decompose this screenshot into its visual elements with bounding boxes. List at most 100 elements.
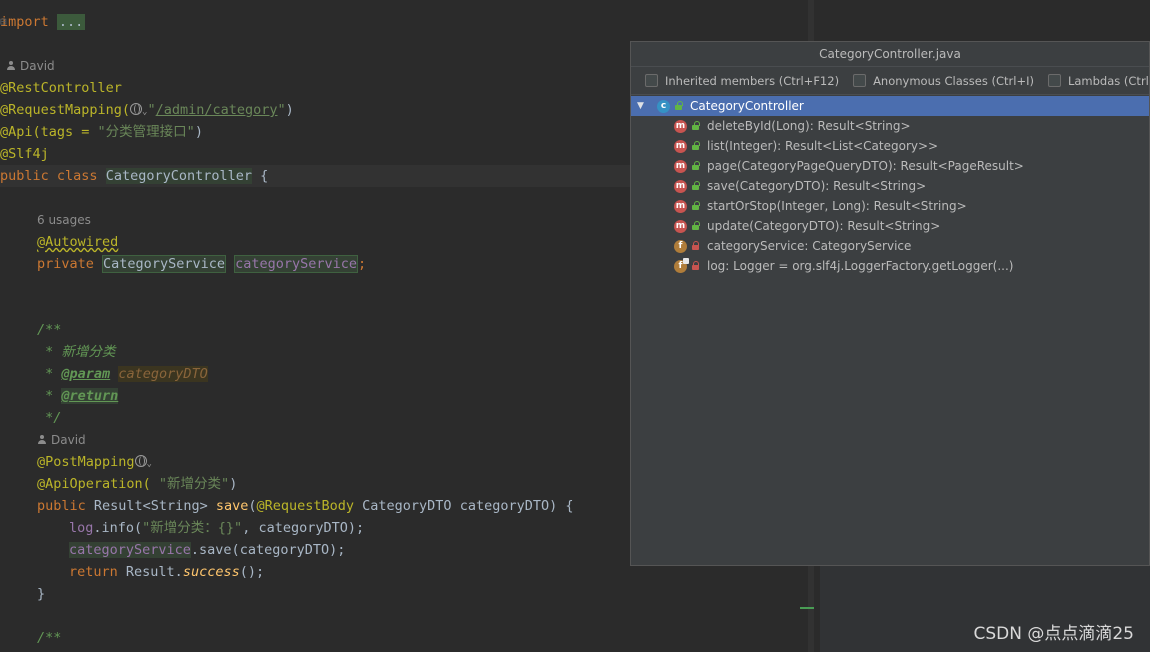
author-name: David — [20, 59, 55, 73]
code-line-field[interactable]: private CategoryService categoryService; — [37, 253, 366, 275]
code-line-import[interactable]: ⊟ import ... — [0, 11, 86, 33]
call: .info( — [93, 520, 143, 536]
field-name[interactable]: categoryService — [69, 542, 191, 558]
tree-item-label: log: Logger = org.slf4j.LoggerFactory.ge… — [707, 259, 1014, 273]
globe-icon[interactable] — [130, 103, 143, 115]
doc-tag: @return — [61, 388, 119, 404]
filter-label: Anonymous Classes (Ctrl+I) — [873, 73, 1034, 88]
code-line-rest-controller[interactable]: @RestController — [0, 77, 122, 99]
annotation: @Api(tags = — [0, 124, 98, 140]
method-name[interactable]: save — [216, 498, 249, 514]
change-marker — [800, 607, 814, 609]
filter-anonymous[interactable]: Anonymous Classes (Ctrl+I) — [853, 74, 1034, 88]
public-visibility-icon — [691, 181, 701, 191]
tree-item-log[interactable]: f log: Logger = org.slf4j.LoggerFactory.g… — [631, 256, 1149, 276]
author-hint[interactable]: David — [6, 55, 55, 77]
code-line-doc-open[interactable]: /** — [37, 319, 61, 341]
tree-item-label: categoryService: CategoryService — [707, 239, 912, 253]
string-literal: "新增分类" — [158, 476, 230, 492]
type-name[interactable]: CategoryService — [102, 255, 226, 273]
tree-item-startOrStop[interactable]: m startOrStop(Integer, Long): Result<Stri… — [631, 196, 1149, 216]
code-line-api[interactable]: @Api(tags = "分类管理接口") — [0, 121, 203, 143]
checkbox[interactable] — [1047, 74, 1061, 87]
call-args: , categoryDTO); — [242, 520, 365, 536]
code-line-method-signature[interactable]: public Result<String> save(@RequestBody … — [37, 495, 573, 517]
expr-end: (); — [239, 564, 265, 580]
code-line-close-brace[interactable]: } — [37, 583, 45, 605]
annotation: @RestController — [0, 80, 122, 96]
field-name[interactable]: log — [69, 520, 93, 536]
globe-icon[interactable] — [134, 455, 147, 467]
public-visibility-icon — [691, 141, 701, 151]
structure-tree[interactable]: ▼ c CategoryController m deleteById(Long)… — [631, 95, 1149, 276]
keyword: public class — [0, 168, 98, 184]
method-icon: m — [674, 139, 687, 153]
annotation: @Slf4j — [0, 146, 49, 162]
filter-lambdas[interactable]: Lambdas (Ctrl+L) — [1047, 73, 1150, 88]
method-icon: m — [674, 159, 687, 173]
code-line-doc-param[interactable]: * @param categoryDTO — [37, 363, 208, 385]
class-name[interactable]: CategoryController — [105, 168, 252, 184]
tree-root-class[interactable]: ▼ c CategoryController — [631, 96, 1149, 116]
code-line-request-mapping[interactable]: @RequestMapping(⌄"/admin/category") — [0, 99, 294, 121]
tree-item-label: save(CategoryDTO): Result<String> — [707, 179, 927, 193]
method-icon: m — [674, 219, 687, 233]
tree-item-label: deleteById(Long): Result<String> — [707, 119, 911, 133]
code-line-doc-open-2[interactable]: /** — [37, 627, 61, 649]
person-icon — [37, 435, 47, 445]
annotation: @RequestBody — [256, 498, 355, 514]
tree-item-categoryService[interactable]: f categoryService: CategoryService — [631, 236, 1149, 256]
string-literal: "分类管理接口" — [97, 124, 195, 140]
code-line-autowired[interactable]: @Autowired — [37, 231, 118, 253]
return-type: Result<String> — [85, 498, 216, 514]
code-line-service-call[interactable]: categoryService.save(categoryDTO); — [69, 539, 345, 561]
tree-item-deleteById[interactable]: m deleteById(Long): Result<String> — [631, 116, 1149, 136]
code-line-doc-desc[interactable]: * 新增分类 — [37, 341, 115, 363]
method-icon: m — [674, 179, 687, 193]
tree-item-page[interactable]: m page(CategoryPageQueryDTO): Result<Page… — [631, 156, 1149, 176]
code-line-log[interactable]: log.info("新增分类：{}", categoryDTO); — [69, 517, 364, 539]
url-link[interactable]: /admin/category — [156, 102, 278, 118]
comment: */ — [37, 410, 62, 426]
brace: } — [37, 586, 46, 602]
code-line-return[interactable]: return Result.success(); — [69, 561, 264, 583]
method-icon: m — [674, 119, 687, 133]
tree-item-update[interactable]: m update(CategoryDTO): Result<String> — [631, 216, 1149, 236]
keyword: return — [69, 564, 118, 580]
tree-item-list[interactable]: m list(Integer): Result<List<Category>> — [631, 136, 1149, 156]
keyword: private — [37, 256, 94, 272]
method-icon: m — [674, 199, 687, 213]
checkbox[interactable] — [645, 74, 658, 87]
usages-hint[interactable]: 6 usages — [37, 209, 91, 231]
annotation: @ApiOperation( — [37, 476, 159, 492]
checkbox[interactable] — [853, 74, 867, 87]
chevron-down-icon[interactable]: ⌄ — [147, 459, 152, 469]
chevron-down-icon[interactable]: ▼ — [637, 96, 651, 116]
tree-item-label: CategoryController — [690, 99, 804, 113]
filter-inherited[interactable]: Inherited members (Ctrl+F12) — [645, 74, 839, 88]
code-line-doc-return[interactable]: * @return — [37, 385, 119, 407]
person-icon — [6, 61, 16, 71]
annotation: @RequestMapping( — [0, 102, 131, 118]
code-line-slf4j[interactable]: @Slf4j — [0, 143, 49, 165]
doc-tag: @param — [61, 366, 111, 382]
code-line-doc-close[interactable]: */ — [37, 407, 61, 429]
popup-title[interactable]: CategoryController.java — [631, 42, 1149, 67]
field-icon: f — [674, 239, 687, 253]
annotation: @Autowired — [37, 234, 119, 250]
code-line-post-mapping[interactable]: @PostMapping ⌄ — [37, 451, 152, 473]
public-visibility-icon — [691, 201, 701, 211]
method-name[interactable]: success — [183, 564, 240, 580]
author-hint[interactable]: David — [37, 429, 86, 451]
class-icon: c — [657, 99, 670, 113]
field-name[interactable]: categoryService — [234, 255, 359, 273]
filter-label: Lambdas (Ctrl+L) — [1067, 73, 1150, 88]
folded-imports[interactable]: ... — [56, 14, 86, 30]
code-line-api-operation[interactable]: @ApiOperation( "新增分类") — [37, 473, 237, 495]
file-structure-popup[interactable]: CategoryController.java Inherited member… — [630, 41, 1150, 566]
tree-item-save[interactable]: m save(CategoryDTO): Result<String> — [631, 176, 1149, 196]
public-visibility-icon — [691, 221, 701, 231]
fold-icon[interactable]: ⊟ — [0, 11, 8, 33]
keyword: public — [37, 498, 86, 514]
watermark: CSDN @点点滴滴25 — [973, 624, 1134, 644]
